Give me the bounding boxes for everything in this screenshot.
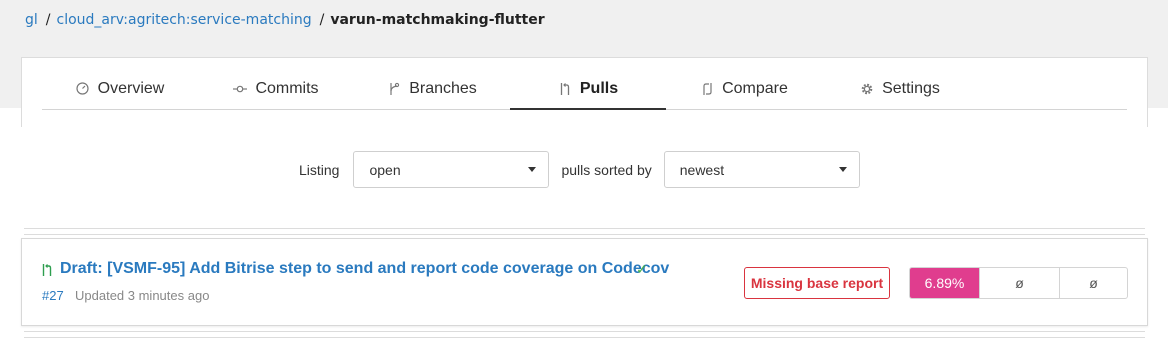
branch-icon — [387, 82, 401, 96]
tab-label: Compare — [722, 79, 788, 97]
sorted-by-label: pulls sorted by — [561, 161, 652, 178]
breadcrumb-current-repo: varun-matchmaking-flutter — [330, 12, 545, 28]
pull-request-icon — [41, 263, 53, 277]
list-divider — [24, 234, 1145, 235]
coverage-diff[interactable]: ø — [979, 268, 1059, 298]
tab-label: Settings — [882, 79, 940, 97]
chevron-down-icon — [838, 167, 847, 172]
pull-request-title-link[interactable]: Draft: [VSMF-95] Add Bitrise step to sen… — [60, 260, 669, 278]
chevron-down-icon — [528, 167, 537, 172]
pull-request-updated: Updated 3 minutes ago — [75, 288, 210, 303]
tab-label: Commits — [255, 79, 319, 97]
breadcrumb-repo-group-link[interactable]: cloud_arv:agritech:service-matching — [57, 12, 312, 28]
tab-label: Branches — [409, 79, 477, 97]
list-divider — [24, 228, 1145, 229]
missing-base-report-badge: Missing base report — [744, 267, 890, 299]
listing-select[interactable]: open — [353, 151, 550, 188]
pull-filters: Listing open pulls sorted by newest — [299, 151, 860, 188]
breadcrumb-separator: / — [319, 12, 325, 28]
tab-compare[interactable]: Compare — [666, 68, 822, 109]
list-divider — [24, 331, 1145, 332]
tab-label: Overview — [97, 79, 165, 97]
coverage-value[interactable]: 6.89% — [910, 268, 979, 298]
tab-overview[interactable]: Overview — [42, 68, 198, 109]
listing-select-value: open — [369, 161, 401, 178]
list-divider — [24, 337, 1145, 338]
tab-commits[interactable]: Commits — [198, 68, 354, 109]
breadcrumb: gl / cloud_arv:agritech:service-matching… — [25, 10, 545, 30]
gauge-icon — [76, 82, 90, 96]
coverage-change[interactable]: ø — [1059, 268, 1127, 298]
tab-label: Pulls — [579, 79, 619, 97]
listing-label: Listing — [299, 161, 340, 178]
pull-request-row[interactable]: Draft: [VSMF-95] Add Bitrise step to sen… — [21, 238, 1148, 326]
sort-select-value: newest — [679, 161, 725, 178]
check-icon: ✓ — [636, 261, 648, 277]
pull-request-number-link[interactable]: #27 — [42, 288, 64, 303]
breadcrumb-org-link[interactable]: gl — [25, 12, 38, 28]
compare-icon — [700, 82, 714, 96]
gear-icon — [860, 82, 874, 96]
breadcrumb-separator: / — [45, 12, 51, 28]
tab-settings[interactable]: Settings — [822, 68, 978, 109]
sort-select[interactable]: newest — [663, 151, 860, 188]
coverage-summary: 6.89% ø ø — [909, 267, 1128, 299]
pull-request-icon — [558, 82, 572, 96]
tab-bar: Overview Commits Branches Pulls Compare … — [42, 68, 1127, 110]
commit-icon — [233, 82, 248, 96]
tab-pulls[interactable]: Pulls — [510, 68, 666, 110]
tab-branches[interactable]: Branches — [354, 68, 510, 109]
